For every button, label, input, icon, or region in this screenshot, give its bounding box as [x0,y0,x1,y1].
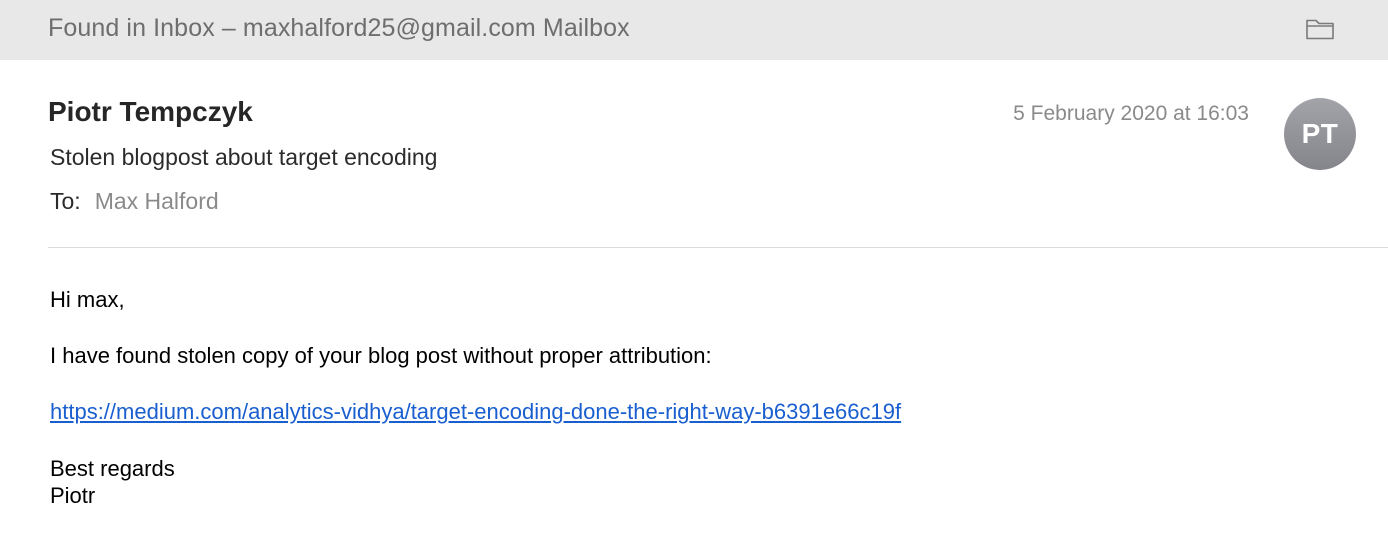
recipient-row: To: Max Halford [50,188,219,215]
body-signoff: Best regards [50,456,175,481]
body-signature: Piotr [50,483,96,508]
avatar: PT [1284,98,1356,170]
avatar-initials: PT [1301,118,1339,149]
folder-icon [1300,12,1340,46]
mailbox-banner: Found in Inbox – maxhalford25@gmail.com … [0,0,1388,60]
medium-article-link[interactable]: https://medium.com/analytics-vidhya/targ… [50,399,901,424]
message-subject: Stolen blogpost about target encoding [50,144,438,170]
banner-location-text: Found in Inbox – maxhalford25@gmail.com … [48,14,630,42]
header-divider [48,247,1388,248]
recipient-name[interactable]: Max Halford [95,188,219,214]
sender-name[interactable]: Piotr Tempczyk [48,96,253,128]
body-link-line: https://medium.com/analytics-vidhya/targ… [50,398,901,426]
body-greeting: Hi max, [50,287,125,312]
body-paragraph: I have found stolen copy of your blog po… [50,343,712,368]
to-label: To: [50,188,81,214]
message-date: 5 February 2020 at 16:03 [1013,102,1249,125]
move-to-folder-button[interactable] [1300,12,1340,46]
